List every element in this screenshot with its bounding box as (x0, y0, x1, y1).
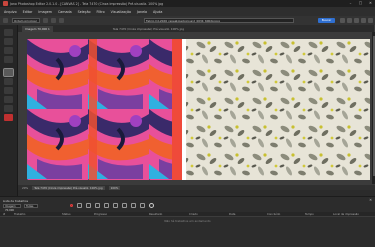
menu-filter[interactable]: Filtro (97, 10, 105, 14)
print-icon[interactable] (140, 203, 145, 208)
window-controls: – □ ✕ (348, 1, 373, 5)
menu-bar: Arquivo Editar Imagem Camada Seleção Fil… (0, 7, 375, 16)
menu-file[interactable]: Arquivo (4, 10, 17, 14)
zoom-chip[interactable]: 100% (108, 185, 121, 190)
toolbar-button[interactable] (3, 18, 8, 23)
column-header[interactable]: Progresso (94, 212, 149, 216)
move-tool-icon[interactable] (4, 29, 13, 36)
search-button[interactable]: Buscar (318, 18, 335, 23)
app-icon (3, 1, 8, 6)
refresh-icon[interactable] (122, 203, 127, 208)
column-header[interactable]: Trabalho (14, 212, 62, 216)
column-header[interactable]: Resultado (149, 212, 189, 216)
menu-window[interactable]: Janela (137, 10, 147, 14)
menu-edit[interactable]: Editar (23, 10, 33, 14)
menu-help[interactable]: Ajuda (153, 10, 162, 14)
artwork-image (27, 39, 370, 180)
filter-select[interactable]: Imagem 70,000 (3, 204, 21, 212)
delete-icon[interactable] (113, 203, 118, 208)
options-toolbar: Ordem principal Fabric-hd-2026_repeat-ba… (0, 16, 375, 25)
foreground-color-icon[interactable] (4, 114, 13, 121)
panel-actions (70, 203, 154, 208)
window-title: Jano Photoshop Editor 2.0.1.0 - [CANVAS … (10, 1, 164, 6)
column-header[interactable]: Tempo (305, 212, 333, 216)
status-bar: 20% Tela 7470 (Cinza impressão) Pré-visu… (18, 185, 375, 190)
panel-close-icon[interactable]: ✕ (369, 198, 372, 202)
column-header[interactable]: Criado (189, 212, 229, 216)
column-header[interactable]: Data (229, 212, 267, 216)
column-header[interactable]: Local de impressão (333, 212, 375, 216)
toolbar-button[interactable] (43, 18, 48, 23)
pause-icon[interactable] (86, 203, 91, 208)
marquee-tool-icon[interactable] (4, 38, 13, 45)
document-tabs: Imagem 70,000 1 Tela 7470 (Cinza impress… (18, 25, 374, 32)
menu-layer[interactable]: Camada (58, 10, 72, 14)
jobs-table-header: # Trabalho Status Progresso Resultado Cr… (0, 212, 375, 217)
toolbar-button[interactable] (354, 18, 359, 23)
maximize-button[interactable]: □ (358, 1, 363, 5)
preset-select[interactable]: Ordem principal (12, 18, 40, 23)
brush-tool-icon[interactable] (3, 68, 14, 77)
scope-select[interactable]: Todas (24, 204, 38, 208)
record-icon[interactable] (70, 204, 73, 207)
empty-state-text: Não há trabalhos em andamento (164, 219, 211, 223)
close-button[interactable]: ✕ (368, 1, 373, 5)
column-header[interactable]: Concluído (267, 212, 305, 216)
stop-icon[interactable] (95, 203, 100, 208)
export-icon[interactable] (131, 203, 136, 208)
crop-tool-icon[interactable] (4, 56, 13, 63)
toolbar-button[interactable] (51, 18, 56, 23)
path-input[interactable]: Fabric-hd-2026_repeat-background_0034_60… (144, 18, 294, 23)
toolbar-button[interactable] (347, 18, 352, 23)
scrollbar-thumb[interactable] (372, 36, 375, 176)
document-path: Tela 7470 (Cinza impressão) Pré-visualiz… (112, 26, 185, 31)
zoom-level[interactable]: 20% (22, 186, 28, 190)
shape-tool-icon[interactable] (4, 105, 13, 112)
gradient-tool-icon[interactable] (4, 87, 13, 94)
gear-icon[interactable] (149, 203, 154, 208)
text-tool-icon[interactable] (4, 96, 13, 103)
minimize-button[interactable]: – (348, 1, 353, 5)
play-icon[interactable] (77, 203, 82, 208)
toolbar-button[interactable] (59, 18, 64, 23)
copy-icon[interactable] (104, 203, 109, 208)
toolbar-button[interactable] (361, 18, 366, 23)
document-info: Tela 7470 (Cinza impressão) Pré-visualiz… (32, 185, 105, 190)
panel-title: Lista de trabalhos (3, 199, 29, 203)
menu-select[interactable]: Seleção (78, 10, 91, 14)
eraser-tool-icon[interactable] (4, 78, 13, 85)
menu-view[interactable]: Visualização (111, 10, 131, 14)
toolbar-button[interactable] (340, 18, 345, 23)
column-header[interactable]: # (0, 212, 14, 216)
panel-filters: Imagem 70,000 Todas (3, 204, 38, 212)
title-bar: Jano Photoshop Editor 2.0.1.0 - [CANVAS … (0, 0, 375, 7)
column-header[interactable]: Status (62, 212, 94, 216)
lasso-tool-icon[interactable] (4, 47, 13, 54)
tab-document[interactable]: Imagem 70,000 1 (22, 25, 53, 32)
jobs-panel: Lista de trabalhos ✕ Imagem 70,000 Todas… (0, 196, 375, 247)
toolbar-button[interactable] (368, 18, 373, 23)
image-canvas[interactable] (27, 39, 370, 180)
menu-image[interactable]: Imagem (38, 10, 52, 14)
